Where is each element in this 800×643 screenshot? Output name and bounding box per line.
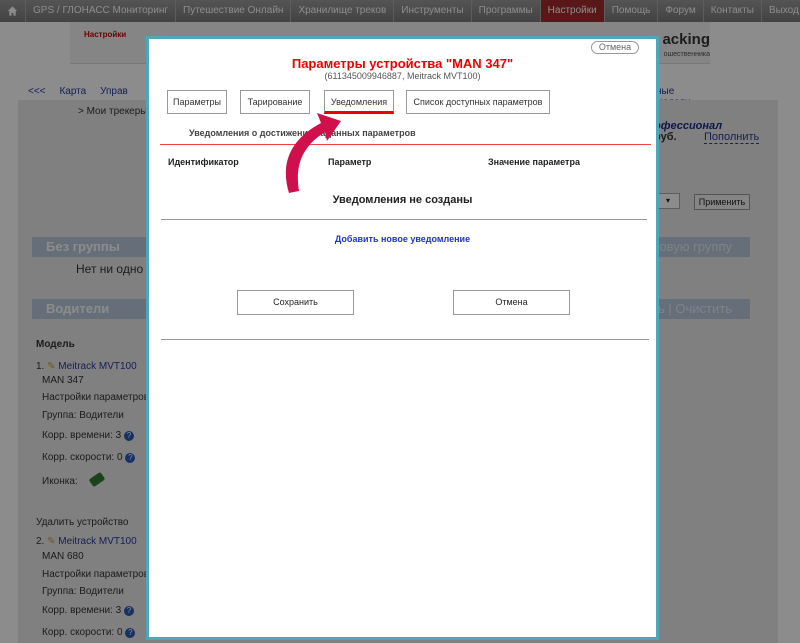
column-header-value: Значение параметра (488, 157, 580, 167)
cancel-button[interactable]: Отмена (453, 290, 570, 315)
empty-message: Уведомления не созданы (332, 194, 473, 206)
tab-available-params[interactable]: Список доступных параметров (406, 90, 550, 114)
column-header-param: Параметр (328, 157, 372, 167)
footer-divider (161, 339, 649, 340)
modal-subtitle: (611345009946887, Meitrack MVT100) (324, 71, 481, 81)
column-header-id: Идентификатор (168, 157, 239, 167)
save-button[interactable]: Сохранить (237, 290, 354, 315)
tab-calibration[interactable]: Тарирование (240, 90, 310, 114)
section-label: Уведомления о достижении заданных параме… (189, 128, 416, 138)
section-divider (160, 144, 651, 145)
tab-notifications[interactable]: Уведомления (324, 90, 394, 114)
divider (161, 219, 647, 220)
modal-title: Параметры устройства "MAN 347" (291, 56, 514, 71)
tab-parameters[interactable]: Параметры (167, 90, 227, 114)
close-button[interactable]: Отмена (591, 41, 639, 54)
device-params-modal: Отмена Параметры устройства "MAN 347" (6… (146, 36, 659, 640)
add-notification-link[interactable]: Добавить новое уведомление (149, 234, 656, 244)
